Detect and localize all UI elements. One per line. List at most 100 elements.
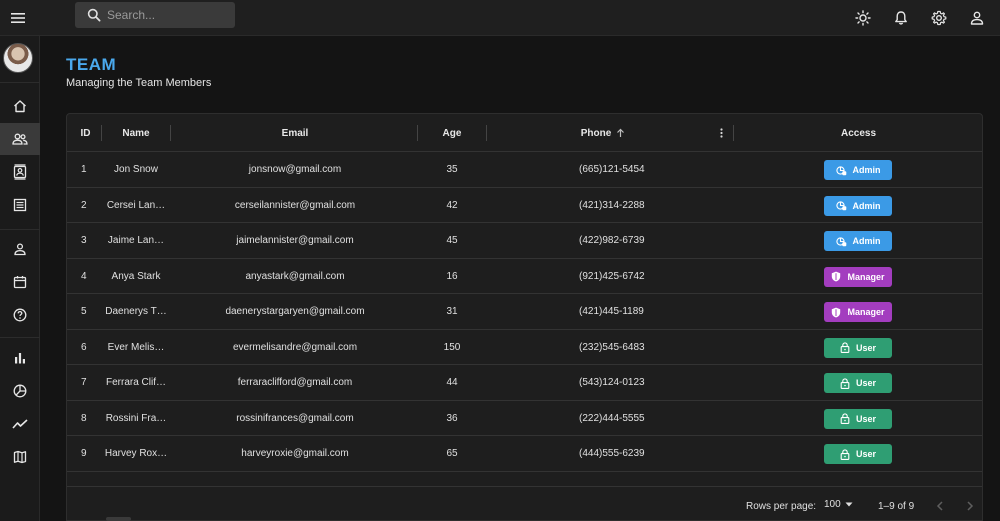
- column-header-access[interactable]: Access: [735, 114, 982, 152]
- cell-age: 42: [446, 199, 458, 211]
- sidebar-item-profile-form[interactable]: [0, 233, 40, 265]
- sidebar-item-dashboard[interactable]: [0, 90, 40, 122]
- cell-email: anyastark@gmail.com: [245, 270, 345, 282]
- cell-id: 3: [81, 235, 87, 246]
- cell-age: 44: [446, 377, 458, 388]
- cell-id: 2: [81, 199, 87, 211]
- avatar[interactable]: [3, 43, 33, 73]
- contacts-icon: [13, 164, 27, 180]
- table-row[interactable]: 6 Ever Melis… evermelisandre@gmail.com 150 (…: [67, 330, 982, 365]
- cell-email: evermelisandre@gmail.com: [232, 341, 358, 353]
- access-label: Admin: [852, 200, 881, 211]
- column-separator[interactable]: [486, 125, 487, 141]
- more-vertical-icon: [719, 128, 723, 138]
- sidebar-item-geography[interactable]: [0, 441, 40, 473]
- cell-email: harveyroxie@gmail.com: [241, 448, 349, 459]
- column-header-phone-wrap[interactable]: Phone: [488, 114, 718, 152]
- cell-phone: (422)982-6739: [579, 235, 645, 246]
- sidebar-item-pie-chart[interactable]: [0, 375, 40, 407]
- sun-icon: [855, 10, 871, 26]
- previous-page-button[interactable]: [931, 497, 949, 515]
- column-separator[interactable]: [170, 125, 171, 141]
- cell-id: 8: [81, 412, 87, 424]
- sidebar-divider: [0, 229, 40, 230]
- access-label: Admin: [852, 236, 881, 246]
- sort-ascending-icon[interactable]: [616, 128, 625, 138]
- column-header-email[interactable]: Email: [172, 114, 418, 152]
- access-badge-admin: Admin: [824, 195, 892, 216]
- access-badge-manager: Manager: [824, 266, 892, 287]
- rows-per-page-label: Rows per page:: [746, 501, 817, 512]
- cell-phone: (222)444-5555: [579, 412, 645, 424]
- cell-name: Ever Melis…: [107, 341, 165, 353]
- cell-id: 1: [81, 164, 87, 175]
- profile-button[interactable]: [964, 5, 990, 31]
- cell-phone: (543)124-0123: [579, 377, 645, 388]
- column-header-id[interactable]: ID: [73, 114, 98, 152]
- access-badge-manager: Manager: [824, 302, 892, 322]
- table-row[interactable]: 8 Rossini Fra… rossinifrances@gmail.com 36 (…: [67, 401, 982, 436]
- lock-icon: [840, 413, 850, 424]
- sidebar-item-faq[interactable]: [0, 299, 40, 331]
- column-header-name[interactable]: Name: [103, 114, 169, 152]
- table-row[interactable]: 1 Jon Snow jonsnow@gmail.com 35 (665)121-545…: [67, 152, 982, 188]
- cell-id: 5: [81, 306, 87, 317]
- access-badge-admin: Admin: [824, 231, 892, 251]
- column-separator[interactable]: [733, 125, 734, 141]
- cell-phone: (921)425-6742: [579, 270, 645, 282]
- cell-phone: (665)121-5454: [579, 164, 645, 175]
- column-header-age[interactable]: Age: [419, 114, 485, 152]
- hamburger-icon: [11, 13, 25, 23]
- sidebar-item-invoices[interactable]: [0, 189, 40, 221]
- team-icon: [12, 133, 28, 145]
- shield-icon: [831, 307, 841, 318]
- column-separator[interactable]: [101, 125, 102, 141]
- cell-age: 65: [446, 448, 458, 459]
- cell-email: cerseilannister@gmail.com: [234, 199, 356, 211]
- table-row[interactable]: 2 Cersei Lan… cerseilannister@gmail.com 42 (…: [67, 188, 982, 223]
- cell-email: daenerystargaryen@gmail.com: [225, 306, 365, 317]
- horizontal-scrollbar[interactable]: [106, 517, 131, 521]
- rows-per-page-select[interactable]: 100: [824, 499, 853, 510]
- rows-per-page-value: 100: [824, 499, 841, 510]
- top-actions: [850, 5, 990, 31]
- lock-icon: [840, 448, 850, 460]
- access-badge-admin: Admin: [824, 160, 892, 180]
- trending-icon: [12, 419, 28, 429]
- column-header-phone: Phone: [580, 127, 612, 139]
- theme-toggle-button[interactable]: [850, 5, 876, 31]
- table-row[interactable]: 5 Daenerys T… daenerystargaryen@gmail.com 3…: [67, 294, 982, 330]
- access-label: Manager: [847, 307, 885, 317]
- bar-chart-icon: [15, 353, 25, 364]
- menu-toggle-button[interactable]: [5, 5, 31, 31]
- settings-button[interactable]: [926, 5, 952, 31]
- cell-id: 9: [81, 448, 87, 459]
- notifications-button[interactable]: [888, 5, 914, 31]
- admin-panel-icon: [835, 200, 847, 211]
- cell-email: ferraraclifford@gmail.com: [237, 377, 353, 388]
- cell-email: jaimelannister@gmail.com: [236, 235, 354, 246]
- sidebar-item-calendar[interactable]: [0, 266, 40, 298]
- sidebar-item-line-chart[interactable]: [0, 408, 40, 440]
- access-badge-user: User: [824, 337, 892, 358]
- cell-id: 4: [81, 270, 87, 282]
- column-menu-button[interactable]: [715, 126, 727, 140]
- cell-age: 150: [443, 341, 461, 353]
- next-page-button[interactable]: [961, 497, 979, 515]
- cell-age: 45: [446, 235, 458, 246]
- column-separator[interactable]: [417, 125, 418, 141]
- sidebar-item-bar-chart[interactable]: [0, 342, 40, 374]
- table-row[interactable]: 4 Anya Stark anyastark@gmail.com 16 (921)425…: [67, 259, 982, 294]
- table-row[interactable]: 3 Jaime Lan… jaimelannister@gmail.com 45 (42…: [67, 223, 982, 259]
- sidebar-item-team[interactable]: [0, 123, 40, 155]
- search-icon: [87, 8, 101, 22]
- sidebar-item-contacts[interactable]: [0, 156, 40, 188]
- table-row[interactable]: 7 Ferrara Clif… ferraraclifford@gmail.com 4…: [67, 365, 982, 401]
- person-outline-icon: [14, 243, 26, 256]
- app-root: TEAM Managing the Team Members ID Name E…: [0, 0, 1000, 521]
- page-title: TEAM: [66, 55, 117, 74]
- help-icon: [13, 308, 27, 322]
- search-input[interactable]: [107, 8, 217, 22]
- map-icon: [13, 450, 27, 464]
- table-row[interactable]: 9 Harvey Rox… harveyroxie@gmail.com 65 (444)…: [67, 436, 982, 472]
